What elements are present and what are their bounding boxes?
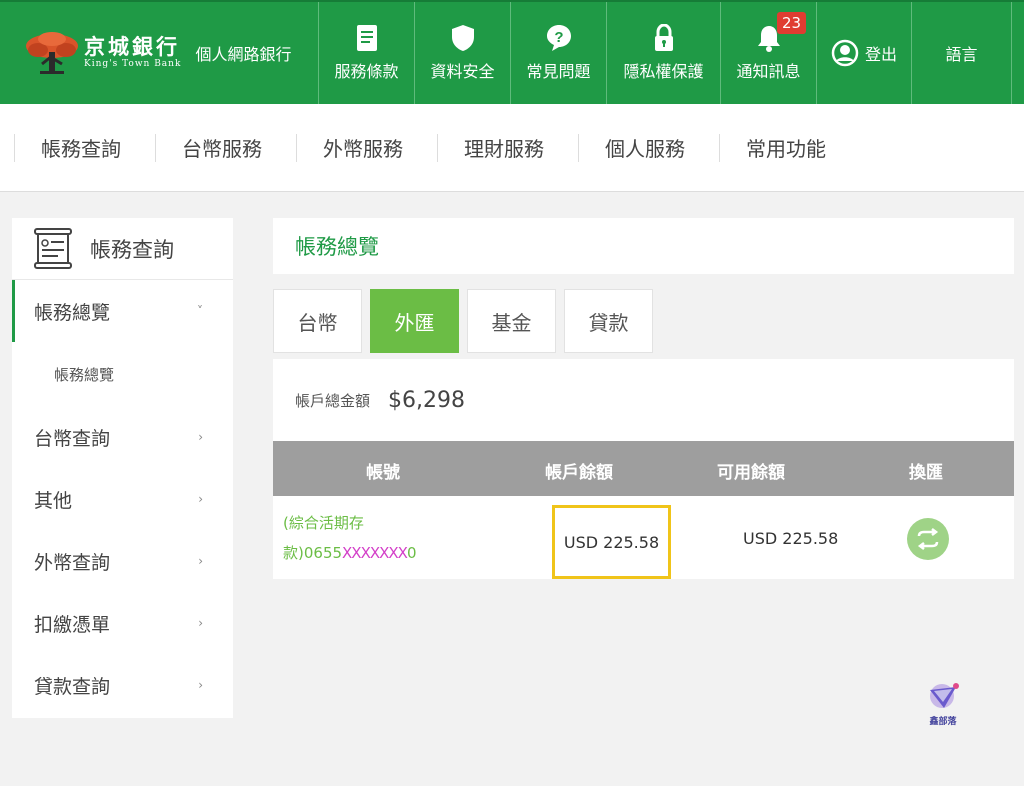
header-nav-label: 隱私權保護 xyxy=(623,62,704,81)
table-header: 帳號 帳戶餘額 可用餘額 換匯 xyxy=(273,441,1014,496)
account-number-suffix: 0 xyxy=(406,544,417,562)
account-number-link[interactable]: (綜合活期存 款)0655XXXXXXX0 xyxy=(283,508,423,568)
scroll-document-icon xyxy=(34,227,72,269)
tab-foreign-exchange[interactable]: 外匯 xyxy=(370,289,459,353)
chevron-down-icon: ˅ xyxy=(197,304,203,318)
sidebar-item-label: 台幣查詢 xyxy=(34,427,111,450)
svg-text:?: ? xyxy=(554,29,563,46)
header-nav-label: 通知訊息 xyxy=(736,62,801,81)
header-nav-faq[interactable]: ? 常見問題 xyxy=(510,2,606,104)
brand-subtitle: 個人網路銀行 xyxy=(195,45,292,64)
column-header-exchange: 換匯 xyxy=(909,463,943,483)
sidebar-title: 帳務查詢 xyxy=(90,237,174,262)
sidebar-item-label: 扣繳憑單 xyxy=(34,613,111,636)
sidebar-item-twd-inquiry[interactable]: 台幣查詢 › xyxy=(12,406,233,468)
language-button[interactable]: 語言 xyxy=(911,2,1012,104)
main-nav-common-functions[interactable]: 常用功能 xyxy=(719,133,860,162)
column-header-account: 帳號 xyxy=(366,463,400,483)
chevron-right-icon: › xyxy=(198,492,203,506)
tab-fund[interactable]: 基金 xyxy=(467,289,556,353)
header-nav-label: 登出 xyxy=(864,45,897,64)
sidebar-item-label: 其他 xyxy=(34,489,73,512)
shield-icon xyxy=(451,25,474,51)
bank-logo[interactable]: 京城銀行 King's Town Bank 個人網路銀行 xyxy=(0,2,318,104)
top-header: 京城銀行 King's Town Bank 個人網路銀行 服務條款 資料安全 ?… xyxy=(0,0,1024,104)
question-icon: ? xyxy=(546,25,571,51)
sidebar-item-other[interactable]: 其他 › xyxy=(12,468,233,530)
account-balance-highlighted: USD 225.58 xyxy=(552,505,671,579)
user-icon xyxy=(831,39,859,67)
table-row: (綜合活期存 款)0655XXXXXXX0 USD 225.58 USD 225… xyxy=(273,496,1014,579)
account-number-prefix: 款)0655 xyxy=(283,544,343,562)
header-nav: 服務條款 資料安全 ? 常見問題 隱私權保護 通知訊息 23 登出 語言 xyxy=(318,2,1012,104)
main-nav-account-inquiry[interactable]: 帳務查詢 xyxy=(14,133,155,162)
main-nav-wealth-services[interactable]: 理財服務 xyxy=(437,133,578,162)
sidebar-subitem-account-overview[interactable]: 帳務總覽 xyxy=(12,342,233,406)
sidebar-item-withholding-statement[interactable]: 扣繳憑單 › xyxy=(12,592,233,654)
page-title: 帳務總覽 xyxy=(295,235,379,259)
header-nav-label: 語言 xyxy=(945,45,978,64)
sidebar: 帳務查詢 帳務總覽 ˅ 帳務總覽 台幣查詢 › 其他 › 外幣查詢 › 扣繳憑單… xyxy=(12,218,233,718)
tree-logo-icon xyxy=(26,32,78,74)
header-nav-privacy[interactable]: 隱私權保護 xyxy=(606,2,720,104)
sidebar-item-account-overview[interactable]: 帳務總覽 ˅ xyxy=(12,280,233,342)
sidebar-item-label: 外幣查詢 xyxy=(34,551,111,574)
chevron-right-icon: › xyxy=(198,616,203,630)
chevron-right-icon: › xyxy=(198,678,203,692)
account-number-mask: XXXXXXX xyxy=(342,544,408,562)
watermark: 鑫部落 xyxy=(920,682,966,727)
tab-loan[interactable]: 貸款 xyxy=(564,289,653,353)
total-amount-row: 帳戶總金額 $6,298 xyxy=(273,359,1014,441)
header-nav-label: 服務條款 xyxy=(334,62,399,81)
sidebar-item-label: 帳務總覽 xyxy=(34,301,111,324)
watermark-logo-icon xyxy=(930,683,959,708)
column-header-available: 可用餘額 xyxy=(717,463,785,483)
main-nav: 帳務查詢 台幣服務 外幣服務 理財服務 個人服務 常用功能 xyxy=(0,104,1024,192)
sidebar-item-foreign-inquiry[interactable]: 外幣查詢 › xyxy=(12,530,233,592)
account-balance: USD 225.58 xyxy=(563,532,660,552)
sidebar-item-loan-inquiry[interactable]: 貸款查詢 › xyxy=(12,654,233,716)
notification-badge: 23 xyxy=(777,12,807,34)
lock-icon xyxy=(654,24,673,51)
bank-name-cn: 京城銀行 xyxy=(84,34,180,59)
page-title-box: 帳務總覽 xyxy=(273,218,1014,274)
main-nav-twd-services[interactable]: 台幣服務 xyxy=(155,133,296,162)
chevron-right-icon: › xyxy=(198,430,203,444)
available-balance: USD 225.58 xyxy=(743,529,839,548)
bank-name-en: King's Town Bank xyxy=(84,59,182,69)
tab-twd[interactable]: 台幣 xyxy=(273,289,362,353)
exchange-button[interactable] xyxy=(907,518,949,560)
sidebar-item-label: 貸款查詢 xyxy=(34,675,111,698)
sidebar-header: 帳務查詢 xyxy=(12,218,233,280)
total-amount-value: $6,298 xyxy=(388,387,465,413)
main-nav-foreign-services[interactable]: 外幣服務 xyxy=(296,133,437,162)
column-header-balance: 帳戶餘額 xyxy=(545,463,613,483)
account-panel: 帳戶總金額 $6,298 帳號 帳戶餘額 可用餘額 換匯 (綜合活期存 款)06… xyxy=(273,359,1014,579)
watermark-text: 鑫部落 xyxy=(929,717,957,727)
chevron-right-icon: › xyxy=(198,554,203,568)
currency-tabs: 台幣 外匯 基金 貸款 xyxy=(273,289,661,353)
logout-button[interactable]: 登出 xyxy=(816,2,911,104)
header-nav-notifications[interactable]: 通知訊息 23 xyxy=(720,2,816,104)
main-nav-personal-services[interactable]: 個人服務 xyxy=(578,133,719,162)
header-nav-label: 常見問題 xyxy=(526,62,591,81)
document-icon xyxy=(356,25,377,51)
header-nav-security[interactable]: 資料安全 xyxy=(414,2,510,104)
header-nav-label: 資料安全 xyxy=(430,62,495,81)
exchange-arrows-icon xyxy=(917,528,939,550)
total-amount-label: 帳戶總金額 xyxy=(295,391,371,410)
header-nav-terms[interactable]: 服務條款 xyxy=(318,2,414,104)
account-type: (綜合活期存 xyxy=(283,514,364,532)
